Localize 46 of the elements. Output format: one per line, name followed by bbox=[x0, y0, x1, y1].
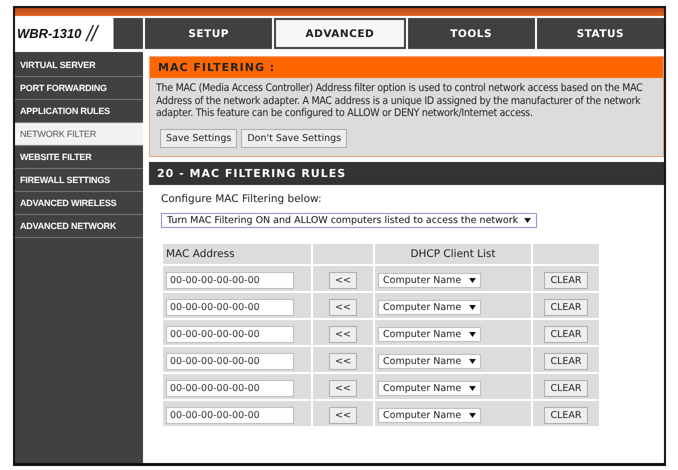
column-header: DHCP Client List bbox=[375, 244, 531, 264]
mac-address-field[interactable]: 00-00-00-00-00-00 bbox=[166, 352, 294, 370]
caret-icon bbox=[469, 278, 476, 283]
copy-button[interactable]: << bbox=[329, 326, 357, 342]
configure-label: Configure MAC Filtering below: bbox=[161, 192, 323, 204]
client-dropdown[interactable]: Computer Name bbox=[378, 354, 482, 369]
copy-button[interactable]: << bbox=[329, 352, 357, 370]
caret-icon bbox=[469, 413, 476, 418]
mac-address-field[interactable]: 00-00-00-00-00-00 bbox=[166, 406, 294, 424]
copy-button[interactable]: << bbox=[329, 272, 357, 288]
settings-button[interactable]: Save Settings bbox=[160, 128, 238, 148]
client-dropdown[interactable]: Computer Name bbox=[378, 381, 482, 396]
caret-icon bbox=[469, 386, 476, 391]
mac-address-field[interactable]: 00-00-00-00-00-00 bbox=[166, 380, 294, 396]
logo: WBR-1310 // bbox=[15, 18, 143, 49]
clear-button[interactable]: CLEAR bbox=[544, 298, 588, 316]
client-dropdown[interactable]: Computer Name bbox=[378, 408, 482, 423]
nav-tab[interactable]: SETUP bbox=[145, 18, 272, 49]
sidebar-item[interactable]: NETWORK FILTER bbox=[15, 123, 143, 146]
settings-button[interactable]: Don't Save Settings bbox=[241, 128, 348, 148]
nav-tab[interactable]: STATUS bbox=[536, 18, 664, 49]
mode-dropdown[interactable]: Turn MAC Filtering ON and ALLOW computers listed to access the network bbox=[161, 212, 538, 228]
clear-button[interactable]: CLEAR bbox=[544, 380, 588, 396]
description-text: The MAC (Media Access Controller) Address filter option is used to control network access based on the MAC Address of the network adapter. A MAC address is a unique ID assigned by the manufacturer of the network adapter. This feature can be configured to ALLOW or DENY network/Internet access. bbox=[155, 81, 644, 120]
clear-button[interactable]: CLEAR bbox=[544, 326, 588, 342]
client-dropdown[interactable]: Computer Name bbox=[378, 273, 482, 288]
caret-icon bbox=[524, 218, 532, 222]
caret-icon bbox=[469, 332, 476, 337]
mac-address-field[interactable]: 00-00-00-00-00-00 bbox=[166, 326, 294, 342]
caret-icon bbox=[469, 359, 476, 364]
copy-button[interactable]: << bbox=[329, 380, 357, 396]
caret-icon bbox=[469, 305, 476, 310]
copy-button[interactable]: << bbox=[329, 406, 357, 424]
section-title: 20 - MAC FILTERING RULES bbox=[149, 162, 664, 184]
clear-button[interactable]: CLEAR bbox=[544, 272, 588, 288]
copy-button[interactable]: << bbox=[329, 298, 357, 316]
client-dropdown[interactable]: Computer Name bbox=[378, 300, 482, 315]
nav-tab[interactable]: TOOLS bbox=[408, 18, 535, 49]
client-dropdown[interactable]: Computer Name bbox=[378, 327, 482, 342]
nav-tab[interactable]: ADVANCED bbox=[274, 18, 406, 49]
column-header: MAC Address bbox=[163, 244, 311, 264]
mac-address-field[interactable]: 00-00-00-00-00-00 bbox=[166, 298, 294, 316]
clear-button[interactable]: CLEAR bbox=[544, 406, 588, 424]
mac-address-field[interactable]: 00-00-00-00-00-00 bbox=[166, 272, 294, 288]
section-title: MAC FILTERING : bbox=[150, 57, 663, 78]
clear-button[interactable]: CLEAR bbox=[544, 352, 588, 370]
